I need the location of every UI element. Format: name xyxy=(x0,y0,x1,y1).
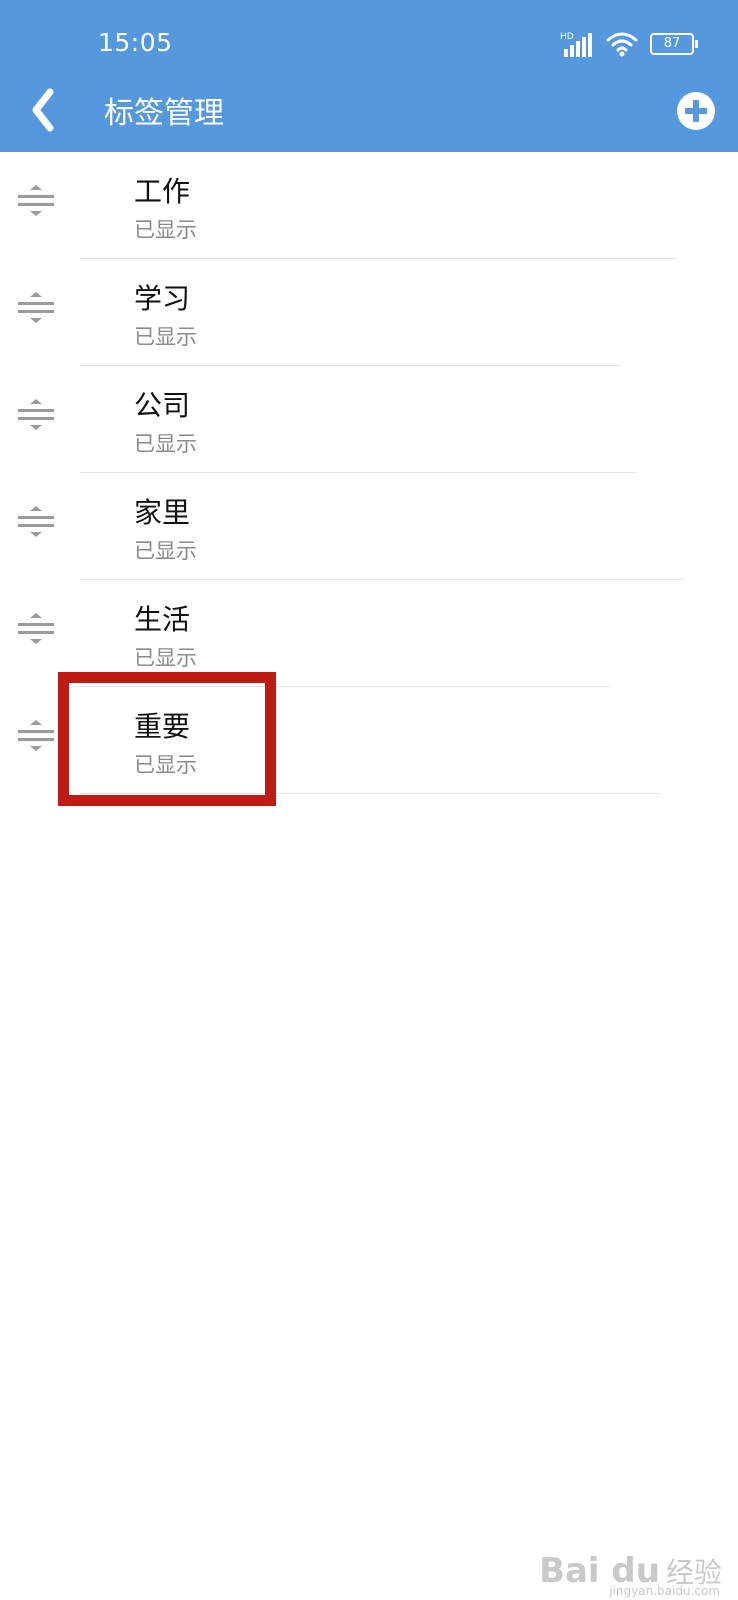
drag-handle-icon[interactable] xyxy=(16,182,56,222)
tag-status: 已显示 xyxy=(134,646,197,670)
chevron-left-icon xyxy=(32,88,54,132)
tag-row-work[interactable]: 工作 已显示 xyxy=(0,152,738,259)
svg-text:HD: HD xyxy=(560,32,574,42)
drag-handle-icon[interactable] xyxy=(16,289,56,329)
tag-status: 已显示 xyxy=(134,539,197,563)
back-button[interactable] xyxy=(24,86,64,134)
tag-row-life[interactable]: 生活 已显示 xyxy=(0,580,738,687)
battery-indicator: 87 xyxy=(650,33,698,55)
tag-status: 已显示 xyxy=(134,325,197,349)
status-icons: HD 87 xyxy=(560,28,698,60)
highlight-box xyxy=(58,672,276,806)
tag-name: 学习 xyxy=(134,282,191,315)
tag-row-home[interactable]: 家里 已显示 xyxy=(0,473,738,580)
wifi-icon xyxy=(606,32,638,57)
tag-row-company[interactable]: 公司 已显示 xyxy=(0,366,738,473)
tag-name: 工作 xyxy=(134,175,191,208)
tag-status: 已显示 xyxy=(134,432,197,456)
page-title: 标签管理 xyxy=(104,96,224,131)
tag-name: 生活 xyxy=(134,603,191,636)
tag-name: 公司 xyxy=(134,389,191,422)
drag-handle-icon[interactable] xyxy=(16,503,56,543)
drag-handle-icon[interactable] xyxy=(16,396,56,436)
baidu-watermark: Bai du 经验 xyxy=(539,1554,722,1588)
tag-name: 家里 xyxy=(134,496,191,529)
tag-row-study[interactable]: 学习 已显示 xyxy=(0,259,738,366)
add-tag-button[interactable] xyxy=(676,91,716,131)
signal-icon: HD xyxy=(560,32,592,57)
watermark-logo: Bai du xyxy=(539,1551,660,1591)
status-time: 15:05 xyxy=(98,28,173,57)
app-header: 15:05 HD 87 标签管理 xyxy=(0,0,738,152)
drag-handle-icon[interactable] xyxy=(16,610,56,650)
tag-status: 已显示 xyxy=(134,218,197,242)
watermark-url: jingyan.baidu.com xyxy=(609,1584,720,1598)
drag-handle-icon[interactable] xyxy=(16,717,56,757)
